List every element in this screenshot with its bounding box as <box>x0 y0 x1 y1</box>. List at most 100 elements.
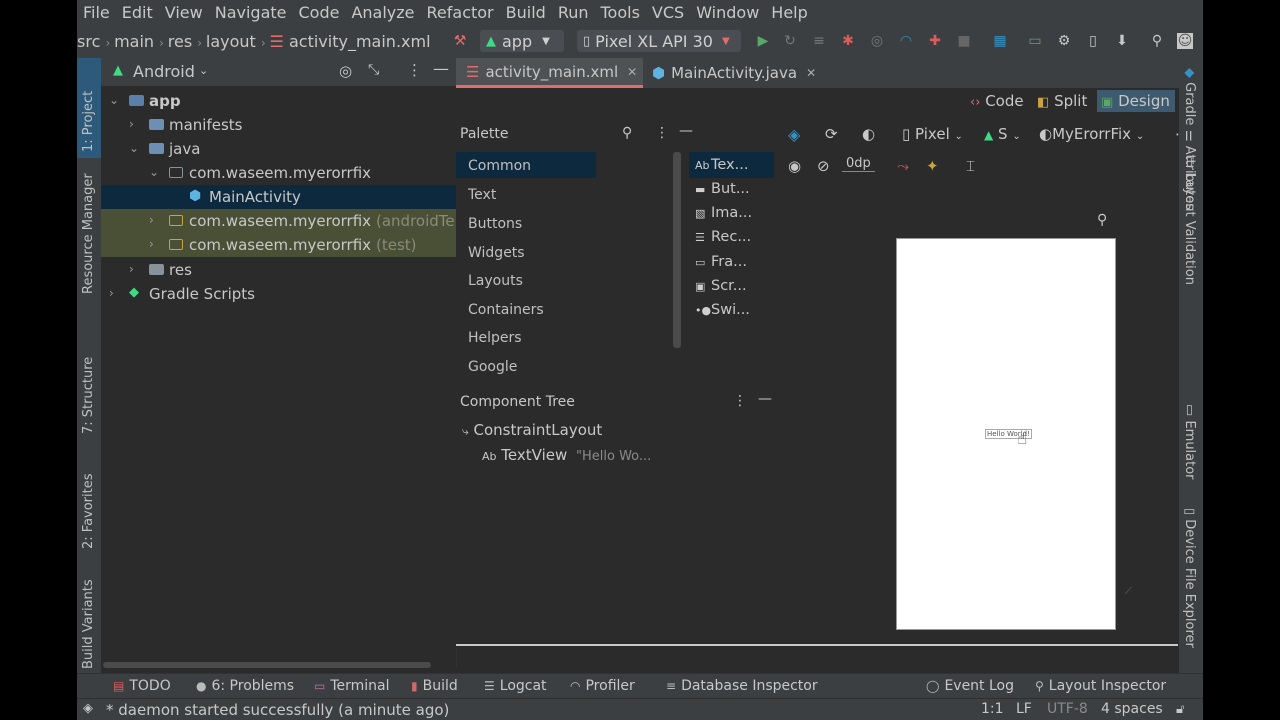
more-options-icon[interactable]: ⋮ <box>655 125 669 141</box>
stop-icon[interactable]: ■ <box>956 33 972 49</box>
avatar[interactable]: ☺ <box>1177 33 1193 49</box>
debug-icon[interactable]: ✱ <box>840 33 856 49</box>
night-mode-icon[interactable]: ◐ <box>862 125 875 143</box>
tool-terminal[interactable]: ▭ Terminal <box>314 678 390 694</box>
breadcrumb-res[interactable]: res <box>168 32 192 51</box>
close-icon[interactable]: ✕ <box>627 65 637 79</box>
chevron-right-icon[interactable]: › <box>149 237 161 251</box>
hammer-icon[interactable]: ⚒ <box>452 33 468 49</box>
locate-file-icon[interactable]: ◎ <box>339 62 352 80</box>
palette-category-helpers[interactable]: Helpers <box>468 330 522 346</box>
tool-event-log[interactable]: ◯ Event Log <box>926 678 1014 694</box>
device-preview-screen[interactable]: Hello World! ☝ <box>896 238 1116 630</box>
status-message[interactable]: * daemon started successfully (a minute … <box>106 701 449 719</box>
palette-category-scrollbar[interactable] <box>673 152 681 348</box>
palette-category-widgets[interactable]: Widgets <box>468 245 525 261</box>
palette-item-textview[interactable]: AbTex... <box>695 157 748 173</box>
search-icon[interactable]: ⚲ <box>1149 33 1165 49</box>
palette-category-text[interactable]: Text <box>468 187 496 203</box>
tool-database-inspector[interactable]: ≡ Database Inspector <box>666 678 818 694</box>
chevron-right-icon[interactable]: › <box>129 262 141 276</box>
theme-select[interactable]: ◐MyErorrFix ⌄ <box>1039 125 1144 143</box>
menu-vcs[interactable]: VCS <box>646 3 690 22</box>
apply-code-changes-icon[interactable]: ≡ <box>811 33 827 49</box>
chevron-down-icon[interactable]: ⌄ <box>109 93 121 107</box>
tree-item-package-android-test[interactable]: › com.waseem.myerorrfix (androidTe <box>101 209 456 233</box>
tab-project[interactable]: 1: Project <box>77 58 101 158</box>
breadcrumb-file[interactable]: activity_main.xml <box>289 32 431 51</box>
palette-item-imageview[interactable]: ▧ Ima... <box>695 205 752 221</box>
avd-manager-icon[interactable]: ⚙ <box>1056 33 1072 49</box>
view-mode-design-button[interactable]: ▣ Design <box>1097 90 1175 112</box>
tab-build-variants[interactable]: Build Variants <box>77 573 101 673</box>
more-options-icon[interactable]: ⋮ <box>407 61 422 79</box>
device-select[interactable]: ▯ Pixel XL API 30 ▼ <box>577 30 741 52</box>
view-mode-code-button[interactable]: ‹› Code <box>970 92 1024 110</box>
run-config-select[interactable]: ▲ app ▼ <box>480 30 564 52</box>
tool-problems[interactable]: ● 6: Problems <box>196 678 294 694</box>
menu-edit[interactable]: Edit <box>116 3 159 22</box>
breadcrumb-main[interactable]: main <box>114 32 154 51</box>
tab-emulator[interactable]: ▭ Emulator <box>1179 404 1203 494</box>
autoconnect-icon[interactable]: ⊘ <box>817 157 830 175</box>
chevron-down-icon[interactable]: ⌄ <box>199 64 208 77</box>
hide-panel-icon[interactable]: — <box>758 391 772 407</box>
tree-item-gradle-scripts[interactable]: › ◆ Gradle Scripts <box>101 282 456 306</box>
design-surface-icon[interactable]: ◈ <box>788 125 800 144</box>
breadcrumb-src[interactable]: src <box>77 32 100 51</box>
tool-build[interactable]: ▮ Build <box>411 678 458 694</box>
tab-gradle[interactable]: ◆ Gradle <box>1179 68 1203 138</box>
tool-layout-inspector[interactable]: ⚲ Layout Inspector <box>1035 678 1166 694</box>
palette-category-common[interactable]: Common <box>468 158 531 174</box>
menu-navigate[interactable]: Navigate <box>209 3 293 22</box>
tree-item-app[interactable]: ⌄ app <box>101 89 456 113</box>
menu-run[interactable]: Run <box>552 3 595 22</box>
tree-item-manifests[interactable]: › manifests <box>101 113 456 137</box>
tree-item-res[interactable]: › res <box>101 258 456 282</box>
eye-icon[interactable]: ◉ <box>788 157 801 175</box>
chevron-down-icon[interactable]: ⌄ <box>149 165 161 179</box>
chevron-right-icon[interactable]: › <box>129 117 141 131</box>
menu-refactor[interactable]: Refactor <box>421 3 500 22</box>
palette-category-buttons[interactable]: Buttons <box>468 216 522 232</box>
orientation-icon[interactable]: ⟳ <box>825 125 838 143</box>
tab-activity-main-xml[interactable]: ☰ activity_main.xml ✕ <box>456 58 643 88</box>
collapse-all-icon[interactable]: ⤡ <box>368 62 379 78</box>
menu-analyze[interactable]: Analyze <box>345 3 420 22</box>
palette-category-google[interactable]: Google <box>468 359 517 375</box>
apply-changes-icon[interactable]: ↻ <box>782 33 798 49</box>
indent-setting[interactable]: 4 spaces <box>1101 701 1163 717</box>
chevron-down-icon[interactable]: ⌄ <box>129 141 141 155</box>
tab-resource-manager[interactable]: Resource Manager <box>77 168 101 298</box>
tool-todo[interactable]: ▤ TODO <box>113 678 171 694</box>
run-icon[interactable]: ▶ <box>755 33 771 49</box>
palette-item-scrollview[interactable]: ▣ Scr... <box>695 278 747 294</box>
terminal-icon[interactable]: ▭ <box>1027 33 1043 49</box>
tab-favorites[interactable]: 2: Favorites <box>77 453 101 553</box>
palette-item-recyclerview[interactable]: ☰ Rec... <box>695 229 751 245</box>
menu-tools[interactable]: Tools <box>595 3 646 22</box>
guidelines-icon[interactable]: ⌶ <box>966 157 975 175</box>
view-mode-split-button[interactable]: ◧ Split <box>1037 92 1087 110</box>
menu-view[interactable]: View <box>159 3 209 22</box>
pin-icon[interactable]: ⚲ <box>1097 212 1107 228</box>
tree-item-package-test[interactable]: › com.waseem.myerorrfix (test) <box>101 233 456 257</box>
device-manager-icon[interactable]: ▯ <box>1085 33 1101 49</box>
menu-file[interactable]: File <box>77 3 116 22</box>
palette-item-switch[interactable]: •●Swi... <box>695 302 750 318</box>
chevron-right-icon[interactable]: › <box>149 213 161 227</box>
palette-item-framelayout[interactable]: ▭ Fra... <box>695 254 747 270</box>
sync-gradle-icon[interactable]: ▦ <box>992 33 1008 49</box>
component-textview[interactable]: Ab TextView "Hello Wo... <box>482 446 651 464</box>
horizontal-scrollbar[interactable] <box>103 662 431 668</box>
file-encoding[interactable]: UTF-8 <box>1047 701 1088 717</box>
sdk-manager-icon[interactable]: ⬇ <box>1114 33 1130 49</box>
attach-debugger-icon[interactable]: ✚ <box>927 33 943 49</box>
layers-icon[interactable]: ◈ <box>83 701 93 716</box>
tool-logcat[interactable]: ☰ Logcat <box>484 678 547 694</box>
component-constraint-layout[interactable]: ⤷ ConstraintLayout <box>462 421 602 439</box>
default-margin-field[interactable]: 0dp <box>842 156 875 172</box>
hide-panel-icon[interactable]: — <box>433 59 449 78</box>
profile-icon[interactable]: ◠ <box>898 33 914 49</box>
coverage-icon[interactable]: ◎ <box>869 33 885 49</box>
